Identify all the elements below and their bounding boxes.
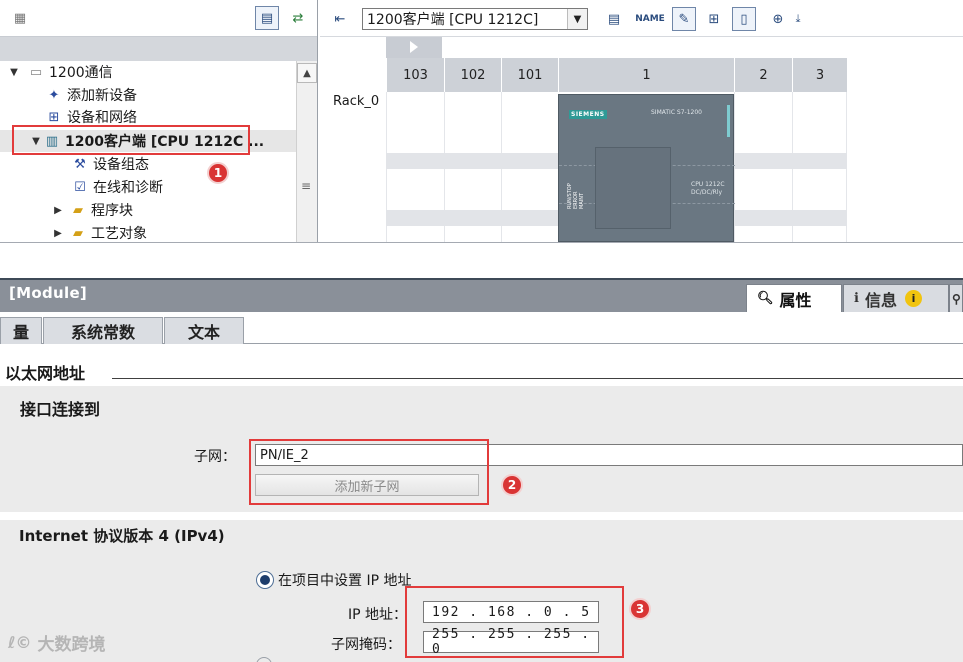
slot-header-1[interactable]: 1	[558, 58, 734, 92]
subnet-label: 子网：	[194, 449, 236, 465]
folder-icon: ▰	[73, 202, 83, 218]
tree-item-label: 1200通信	[49, 65, 113, 81]
watermark-text: 大数跨境	[37, 635, 106, 655]
inspector-title: [Module]	[9, 284, 88, 302]
network-view-icon[interactable]: ▤	[602, 7, 626, 31]
diagnostics-icon: ⚲	[952, 291, 961, 306]
add-device-icon: ✦	[48, 87, 60, 103]
tab-properties-label: 属性	[779, 290, 812, 310]
tab-info-label: 信息	[864, 290, 897, 310]
ip-address-label: IP 地址：	[348, 607, 408, 623]
cpu-model-label: SIMATIC S7-1200	[651, 109, 702, 116]
grid-view-icon[interactable]: ⊞	[702, 7, 726, 31]
project-tree-toolbar: ▦ ▤ ⇄	[0, 0, 317, 37]
slot-header-2[interactable]: 2	[734, 58, 792, 92]
network-icon: ⊞	[48, 109, 60, 125]
annotation-badge-1: 1	[207, 162, 229, 184]
radio-dot	[260, 575, 270, 585]
folder-icon: ▰	[73, 225, 83, 241]
cpu-name-line1: CPU 1212C	[691, 181, 725, 188]
cpu-window	[595, 147, 671, 229]
collapse-arrow-icon[interactable]: ▼	[8, 67, 20, 78]
slot-header-3[interactable]: 3	[792, 58, 847, 92]
tree-item-label: 设备和网络	[67, 110, 137, 126]
section-divider	[112, 378, 963, 379]
device-view-toolbar: ⇤ 1200客户端 [CPU 1212C] ▼ ▤ NAME ✎ ⊞ ▯ ⊕ ⤓	[320, 0, 963, 37]
subnet-mask-label: 子网掩码：	[331, 637, 401, 653]
section-ethernet-address: 以太网地址	[5, 364, 86, 383]
tree-item-project[interactable]: ▼ ▭ 1200通信	[0, 61, 296, 83]
tab-info[interactable]: ℹ 信息 i	[843, 284, 949, 312]
tree-grid-icon[interactable]: ▦	[8, 6, 32, 30]
tab-diagnostics-partial[interactable]: ⚲	[949, 284, 963, 312]
tree-item-program-blocks[interactable]: ▶ ▰ 程序块	[0, 199, 296, 221]
online-diagnostics-icon: ☑	[74, 179, 86, 195]
tree-item-add-device[interactable]: ✦ 添加新设备	[0, 84, 296, 106]
slot-header-101[interactable]: 101	[501, 58, 558, 92]
magnifier-icon: 🔍︎	[757, 291, 774, 306]
slot-header-102[interactable]: 102	[444, 58, 501, 92]
section-ipv4: Internet 协议版本 4 (IPv4)	[19, 527, 225, 545]
annotation-box-1	[12, 125, 250, 155]
section-interface-networked: 接口连接到	[20, 400, 101, 419]
device-back-icon[interactable]: ⇤	[328, 7, 352, 31]
zoom-dropdown-icon[interactable]: ⤓	[786, 7, 810, 31]
cpu-status-strip	[727, 105, 730, 137]
cpu-brand-logo: SIEMENS	[569, 110, 607, 119]
radio-set-ip-label: 在项目中设置 IP 地址	[278, 573, 412, 589]
subtab-texts[interactable]: 文本	[164, 317, 244, 344]
tree-scrollbar[interactable]: ▲ ≡	[296, 61, 317, 242]
subtab-partial[interactable]: 量	[0, 317, 42, 344]
annotation-box-2	[249, 439, 489, 505]
device-select[interactable]: 1200客户端 [CPU 1212C]	[362, 8, 588, 30]
cpu-led-labels: RUN/STOP ERROR MAINT	[567, 183, 585, 209]
tab-properties[interactable]: 🔍︎ 属性	[746, 284, 842, 312]
info-badge: i	[904, 290, 922, 307]
project-tree-panel: ▦ ▤ ⇄ ▼ ▭ 1200通信 ✦ 添加新设备 ⊞ 设备和网络 ▼ ▥ 120…	[0, 0, 318, 242]
slot-header-103[interactable]: 103	[386, 58, 444, 92]
project-icon: ▭	[29, 64, 43, 80]
tree-item-label: 设备组态	[93, 157, 149, 173]
watermark: ℓ© 大数跨境	[8, 630, 106, 655]
expand-arrow-icon[interactable]: ▶	[52, 205, 64, 216]
info-icon: ℹ	[854, 291, 859, 306]
tree-item-label: 添加新设备	[67, 88, 137, 104]
watermark-logo-icon: ℓ©	[8, 633, 32, 652]
rack-expand-tab[interactable]	[386, 37, 442, 58]
tree-item-label: 程序块	[91, 203, 133, 219]
tree-item-label: 工艺对象	[91, 226, 147, 242]
section-gap	[0, 512, 963, 520]
tree-gray-band	[0, 37, 317, 61]
show-name-icon[interactable]: NAME	[635, 7, 665, 31]
annotation-box-3	[405, 586, 624, 658]
chevron-down-icon[interactable]: ▼	[567, 9, 587, 29]
scroll-up-icon[interactable]: ▲	[297, 63, 317, 83]
annotation-badge-2: 2	[501, 474, 523, 496]
rack-label: Rack_0	[333, 94, 380, 109]
cpu-module[interactable]: SIEMENS SIMATIC S7-1200 RUN/STOP ERROR M…	[558, 94, 735, 242]
device-view-panel: ⇤ 1200客户端 [CPU 1212C] ▼ ▤ NAME ✎ ⊞ ▯ ⊕ ⤓…	[320, 0, 963, 242]
cpu-name-label: CPU 1212C DC/DC/Rly	[691, 181, 725, 197]
expand-arrow-icon[interactable]: ▶	[52, 228, 64, 239]
panel-splitter[interactable]	[0, 242, 963, 278]
cpu-name-line2: DC/DC/Rly	[691, 189, 723, 196]
tree-item-device-config[interactable]: ⚒ 设备组态	[0, 153, 296, 175]
tree-item-tech-objects[interactable]: ▶ ▰ 工艺对象	[0, 222, 296, 243]
scroll-grip-icon[interactable]: ≡	[301, 179, 311, 193]
tree-refresh-icon[interactable]: ⇄	[286, 6, 310, 30]
radio-set-ip-in-project[interactable]	[256, 571, 274, 589]
annotation-badge-3: 3	[629, 598, 651, 620]
page-view-icon[interactable]: ▯	[732, 7, 756, 31]
subtab-system-constants[interactable]: 系统常数	[43, 317, 163, 344]
tree-item-online-diag[interactable]: ☑ 在线和诊断	[0, 176, 296, 198]
pencil-icon[interactable]: ✎	[672, 7, 696, 31]
device-config-icon: ⚒	[74, 156, 86, 172]
tree-list-view-icon[interactable]: ▤	[255, 6, 279, 30]
tree-item-label: 在线和诊断	[93, 180, 163, 196]
